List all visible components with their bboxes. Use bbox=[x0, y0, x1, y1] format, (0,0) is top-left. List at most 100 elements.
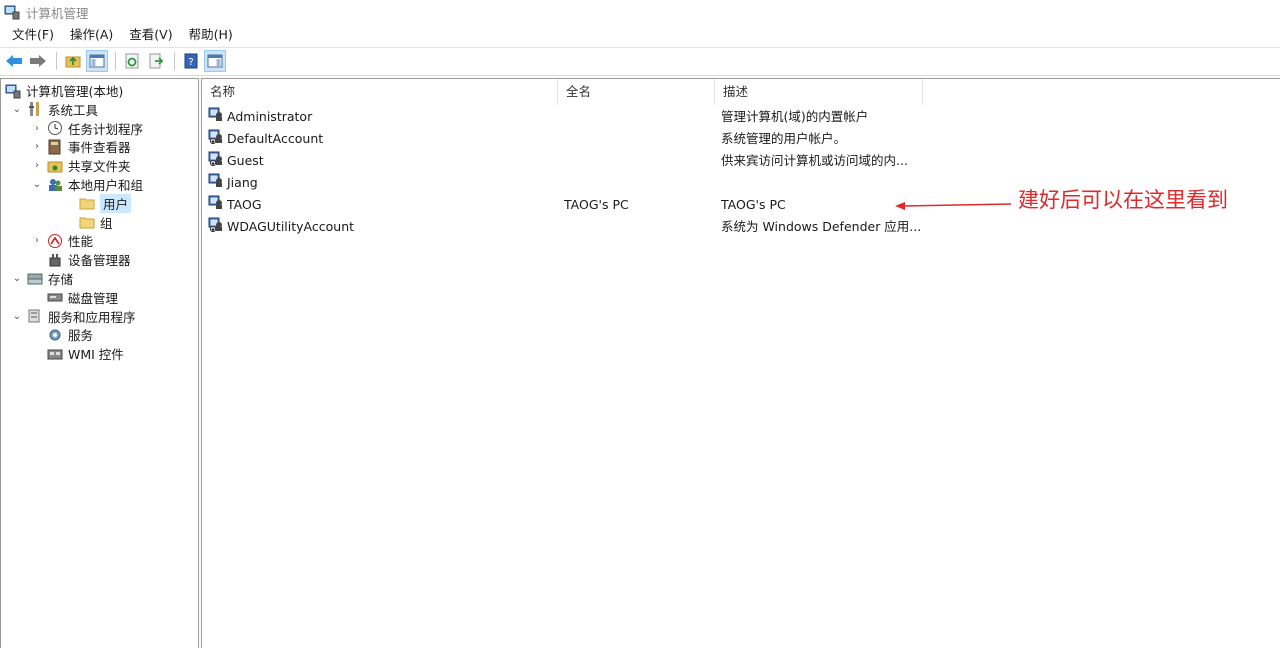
export-list-button[interactable] bbox=[145, 50, 167, 72]
tree-item-label: 系统工具 bbox=[48, 102, 99, 118]
chevron-down-icon[interactable]: ⌄ bbox=[11, 310, 23, 322]
user-fullname bbox=[558, 172, 715, 194]
user-icon bbox=[208, 172, 227, 194]
user-description: 系统管理的用户帐户。 bbox=[721, 131, 847, 146]
user-name: Jiang bbox=[227, 175, 258, 190]
column-header-name[interactable]: 名称 bbox=[202, 79, 558, 105]
show-hide-tree-button[interactable] bbox=[86, 50, 108, 72]
chevron-right-icon[interactable]: › bbox=[31, 160, 43, 172]
folder-icon bbox=[79, 195, 95, 211]
user-name-cell: Guest bbox=[202, 150, 558, 172]
forward-arrow-icon bbox=[30, 55, 46, 67]
toolbar-separator bbox=[174, 52, 175, 70]
tree-item[interactable]: 用户 bbox=[63, 193, 132, 213]
user-name-cell: WDAGUtilityAccount bbox=[202, 216, 558, 238]
refresh-button[interactable] bbox=[121, 50, 143, 72]
user-description: 管理计算机(域)的内置帐户 bbox=[721, 109, 869, 124]
users-list-pane[interactable]: 名称 全名 描述 Administrator 管理计算机(域)的内置帐户 Defau… bbox=[201, 78, 1280, 648]
column-header-fullname[interactable]: 全名 bbox=[558, 79, 715, 105]
user-icon bbox=[208, 194, 227, 216]
performance-icon bbox=[47, 233, 63, 249]
tree-item[interactable]: WMI 控件 bbox=[31, 344, 124, 363]
toolbar-separator bbox=[56, 52, 57, 70]
menu-view[interactable]: 查看(V) bbox=[121, 25, 180, 45]
console-tree-icon bbox=[89, 54, 105, 68]
user-fullname bbox=[558, 150, 715, 172]
chevron-right-icon[interactable]: › bbox=[31, 235, 43, 247]
tree-item[interactable]: › 事件查看器 bbox=[31, 137, 131, 156]
tree-item-label: 任务计划程序 bbox=[68, 121, 144, 137]
tree-item[interactable]: › 任务计划程序 bbox=[31, 119, 143, 138]
user-name-cell: DefaultAccount bbox=[202, 128, 558, 150]
user-row[interactable]: DefaultAccount 系统管理的用户帐户。 bbox=[202, 128, 1280, 150]
up-level-button[interactable] bbox=[62, 50, 84, 72]
console-tree-pane[interactable]: 计算机管理(本地) ⌄ 系统工具 › 任务计划程序 › 事件查看器 › 共享文件夹 ⌄ 本地用户和组… bbox=[0, 78, 199, 648]
refresh-icon bbox=[125, 53, 139, 69]
list-header: 名称 全名 描述 bbox=[202, 79, 1280, 105]
tree-item[interactable]: 计算机管理(本地) bbox=[5, 81, 123, 100]
tree-item[interactable]: 磁盘管理 bbox=[31, 288, 118, 307]
tree-item-label: 设备管理器 bbox=[68, 253, 131, 269]
column-header-description[interactable]: 描述 bbox=[715, 79, 923, 105]
device-manager-icon bbox=[47, 252, 63, 268]
tree-item-label: 组 bbox=[100, 215, 113, 231]
tree-item[interactable]: 组 bbox=[63, 213, 113, 232]
tree-item-label: 存储 bbox=[48, 272, 74, 287]
menu-help[interactable]: 帮助(H) bbox=[181, 25, 241, 45]
toolbar-separator bbox=[115, 52, 116, 70]
forward-button[interactable] bbox=[27, 50, 49, 72]
chevron-right-icon[interactable]: › bbox=[31, 141, 43, 153]
title-bar: 计算机管理 bbox=[0, 0, 1280, 24]
user-description bbox=[715, 172, 1015, 194]
user-name-cell: TAOG bbox=[202, 194, 558, 216]
tree-item[interactable]: ⌄ 本地用户和组 bbox=[31, 175, 143, 194]
help-button[interactable]: ? bbox=[180, 50, 202, 72]
menu-action[interactable]: 操作(A) bbox=[62, 25, 121, 45]
menu-file[interactable]: 文件(F) bbox=[4, 25, 62, 45]
user-disabled-icon bbox=[208, 128, 227, 150]
event-viewer-icon bbox=[47, 139, 63, 155]
user-fullname bbox=[558, 128, 715, 150]
tree-item-label: 事件查看器 bbox=[68, 140, 131, 156]
folder-up-icon bbox=[65, 56, 81, 68]
tree-item-label: 共享文件夹 bbox=[68, 159, 131, 175]
folder-icon bbox=[79, 214, 95, 230]
annotation-arrow bbox=[895, 202, 1012, 210]
tree-item[interactable]: ⌄ 服务和应用程序 bbox=[11, 307, 136, 326]
tree-item-label: WMI 控件 bbox=[68, 347, 124, 363]
help-icon: ? bbox=[184, 53, 198, 69]
show-hide-action-pane-button[interactable] bbox=[204, 50, 226, 72]
user-row[interactable]: WDAGUtilityAccount 系统为 Windows Defender 应… bbox=[202, 216, 1280, 238]
user-row[interactable]: Administrator 管理计算机(域)的内置帐户 bbox=[202, 106, 1280, 128]
user-name-cell: Jiang bbox=[202, 172, 558, 194]
services-apps-icon bbox=[27, 308, 43, 324]
user-row[interactable]: Guest 供来宾访问计算机或访问域的内... bbox=[202, 150, 1280, 172]
tree-item[interactable]: ⌄ 存储 bbox=[11, 269, 73, 288]
back-button[interactable] bbox=[3, 50, 25, 72]
menu-bar: 文件(F) 操作(A) 查看(V) 帮助(H) bbox=[0, 24, 1280, 46]
user-fullname: TAOG's PC bbox=[564, 197, 629, 212]
tree-item[interactable]: › 性能 bbox=[31, 231, 93, 250]
tree-item[interactable]: 设备管理器 bbox=[31, 250, 131, 269]
chevron-right-icon[interactable]: › bbox=[31, 122, 43, 134]
user-description: 系统为 Windows Defender 应用... bbox=[721, 219, 922, 234]
user-fullname bbox=[558, 106, 715, 128]
tree-item[interactable]: ⌄ 系统工具 bbox=[11, 100, 98, 119]
computer-management-icon bbox=[5, 83, 21, 99]
toolbar: ? bbox=[0, 48, 1280, 74]
user-disabled-icon bbox=[208, 150, 227, 172]
tree-item[interactable]: 服务 bbox=[31, 325, 93, 344]
clock-icon bbox=[47, 120, 63, 136]
tree-item-label: 磁盘管理 bbox=[68, 290, 119, 306]
chevron-down-icon[interactable]: ⌄ bbox=[31, 179, 43, 191]
tree-item-label: 服务和应用程序 bbox=[48, 309, 136, 325]
chevron-down-icon[interactable]: ⌄ bbox=[11, 273, 23, 285]
tree-item[interactable]: › 共享文件夹 bbox=[31, 156, 131, 175]
storage-icon bbox=[27, 271, 43, 287]
tree-item-label: 计算机管理(本地) bbox=[26, 84, 124, 99]
chevron-down-icon[interactable]: ⌄ bbox=[11, 103, 23, 115]
